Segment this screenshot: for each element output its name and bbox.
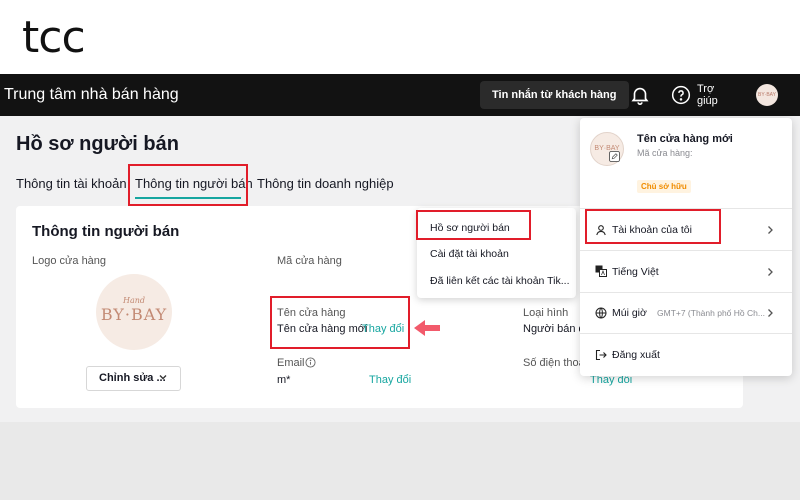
chevron-right-icon bbox=[768, 268, 773, 276]
panel-shop-name: Tên cửa hàng mới bbox=[637, 133, 733, 145]
panel-divider bbox=[580, 333, 792, 334]
logout-icon bbox=[595, 349, 607, 361]
tab-account-info[interactable]: Thông tin tài khoản bbox=[16, 176, 127, 191]
info-icon[interactable] bbox=[305, 357, 316, 368]
tab-business-info[interactable]: Thông tin doanh nghiệp bbox=[257, 176, 394, 191]
panel-divider bbox=[580, 250, 792, 251]
timezone-value: GMT+7 (Thành phố Hồ Ch... bbox=[657, 308, 765, 318]
timezone-item[interactable]: Múi giờ bbox=[612, 307, 647, 319]
email-label: Email bbox=[277, 357, 305, 369]
chevron-down-icon bbox=[159, 375, 167, 380]
highlight-box-shop-name bbox=[270, 296, 410, 349]
card-title: Thông tin người bán bbox=[32, 223, 180, 240]
logout-item[interactable]: Đăng xuất bbox=[612, 349, 660, 361]
app-title: Trung tâm nhà bán hàng bbox=[4, 86, 179, 103]
owner-badge: Chủ sở hữu bbox=[637, 180, 691, 193]
highlight-box-tab bbox=[128, 164, 248, 206]
panel-divider bbox=[580, 292, 792, 293]
language-icon bbox=[595, 265, 607, 277]
page-title: Hồ sơ người bán bbox=[16, 133, 179, 155]
shop-logo-text: BY·BAY bbox=[100, 305, 168, 324]
shop-logo: Hand BY·BAY bbox=[96, 274, 172, 350]
top-banner: tcc bbox=[0, 0, 800, 74]
help-label[interactable]: Trợ giúp bbox=[697, 83, 727, 107]
edit-icon[interactable] bbox=[609, 151, 620, 162]
highlight-box-my-account bbox=[585, 209, 721, 244]
phone-label: Số điện thoạ bbox=[523, 357, 585, 369]
app-header: Trung tâm nhà bán hàng Tin nhắn từ khách… bbox=[0, 74, 800, 116]
chevron-right-icon bbox=[768, 309, 773, 317]
email-value: m* bbox=[277, 374, 291, 386]
bell-icon[interactable] bbox=[629, 84, 651, 106]
menu-item-account-settings[interactable]: Cài đặt tài khoản bbox=[430, 248, 509, 260]
seller-type-value: Người bán d bbox=[523, 323, 585, 335]
logo-label: Logo cửa hàng bbox=[32, 255, 107, 267]
chevron-right-icon bbox=[768, 226, 773, 234]
brand-logo: tcc bbox=[22, 12, 86, 63]
customer-messages-button[interactable]: Tin nhắn từ khách hàng bbox=[480, 81, 629, 109]
globe-icon bbox=[595, 307, 607, 319]
pointer-arrow-icon bbox=[414, 320, 440, 336]
avatar[interactable]: BY·BAY bbox=[756, 84, 778, 106]
highlight-box-menu-item bbox=[416, 210, 531, 240]
shop-logo-script: Hand bbox=[122, 296, 146, 305]
language-item[interactable]: Tiếng Việt bbox=[612, 266, 659, 278]
help-icon[interactable] bbox=[671, 85, 691, 105]
seller-type-label: Loại hình bbox=[523, 307, 569, 319]
panel-shop-code: Mã cửa hàng: bbox=[637, 148, 693, 158]
page-bottom-area bbox=[0, 422, 800, 500]
email-change-link[interactable]: Thay đổi bbox=[369, 374, 411, 386]
menu-item-linked-accounts[interactable]: Đã liên kết các tài khoản Tik... bbox=[430, 275, 569, 287]
shop-code-label: Mã cửa hàng bbox=[277, 255, 342, 267]
